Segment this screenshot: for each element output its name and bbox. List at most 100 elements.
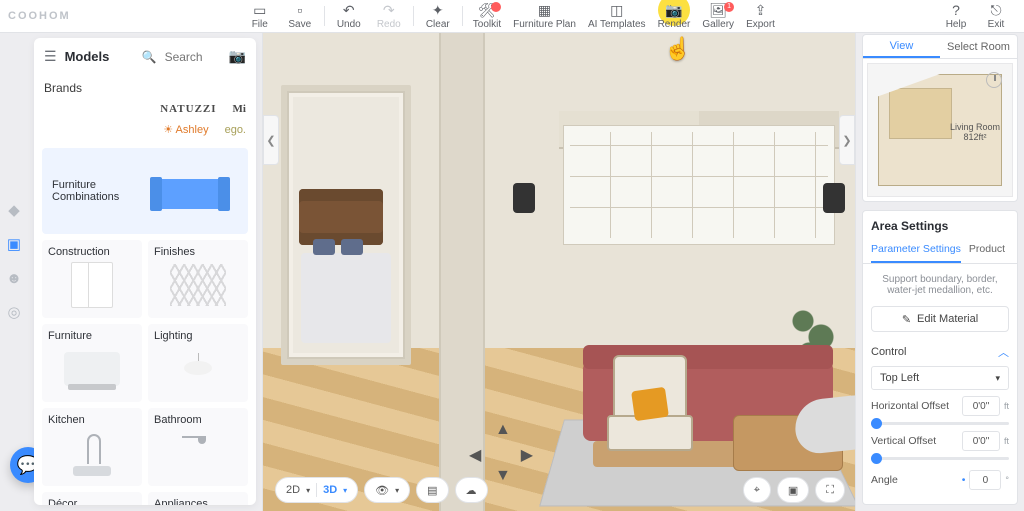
ai-templates-button[interactable]: ◫AI Templates [582,0,652,33]
nav-up-icon[interactable]: ▲ [495,421,511,439]
minimap-panel: View Select Room Living Room 812ft² [862,34,1018,202]
snapshot-button[interactable]: ▣ [777,477,809,503]
pencil-icon: ✎ [902,313,911,326]
export-icon: ⇪ [755,3,767,17]
h-offset-label: Horizontal Offset [871,400,949,412]
layers-button[interactable]: ▤ [416,477,448,503]
rail-floorplan-icon[interactable]: ◆ [4,200,24,220]
exit-button[interactable]: ⎋Exit [976,0,1016,33]
fullscreen-icon: ⛶ [826,484,834,497]
card-construction[interactable]: Construction [42,240,142,318]
fullscreen-button[interactable]: ⛶ [815,477,845,503]
tab-view[interactable]: View [863,35,940,58]
shower-thumb-icon [178,430,218,476]
save-icon: ▫ [297,3,302,17]
alignment-select[interactable]: Top Left▾ [871,366,1009,390]
couch-thumb-icon [64,352,120,386]
brand-ego[interactable]: ego. [225,124,246,136]
door-thumb-icon [71,262,113,308]
tab-select-room[interactable]: Select Room [940,35,1017,58]
ai-templates-icon: ◫ [610,3,623,17]
collapse-icon[interactable]: ︿ [998,344,1009,360]
rail-customize-icon[interactable]: ◎ [4,302,24,322]
undo-icon: ↶ [343,3,355,17]
gallery-button[interactable]: 🖼1Gallery [696,0,740,33]
viewport-right-tools: ⌖ ▣ ⛶ [743,477,845,503]
card-lighting[interactable]: Lighting [148,324,248,402]
angle-label: Angle [871,474,898,486]
app-logo: COOHOM [8,10,71,22]
redo-button[interactable]: ↷Redo [369,0,409,33]
control-label: Control [871,346,906,358]
visibility-button[interactable]: 👁▾ [364,477,410,503]
tab-product[interactable]: Product [969,243,1005,263]
v-offset-label: Vertical Offset [871,435,936,447]
brand-natuzzi[interactable]: NATUZZI [160,103,216,115]
card-decor[interactable]: Décor [42,492,142,505]
viewport-3d[interactable]: ❮ ❯ Wall Editor❯ ✎ ⟳ ⇄ ⧉ ☆ ◇ ▲ ▼ ◀ ▶ 2D▾… [262,33,856,511]
card-appliances[interactable]: Appliances [148,492,248,505]
save-button[interactable]: ▫Save [280,0,320,33]
top-toolbar: COOHOM ▭File ▫Save ↶Undo ↷Redo ✦Clear 🛠T… [0,0,1024,33]
eye-icon: 👁 [375,484,389,497]
search-icon[interactable]: 🔍 [142,50,157,64]
clear-icon: ✦ [432,3,444,17]
furniture-plan-button[interactable]: ▦Furniture Plan [507,0,582,33]
notification-dot-icon [491,2,501,12]
cloud-button[interactable]: ☁ [455,477,488,503]
focus-icon: ⌖ [754,484,760,497]
menu-icon[interactable]: ☰ [44,48,57,65]
room-label: Living Room 812ft² [950,122,1000,142]
models-panel: ☰ Models 🔍 📷 Brands NATUZZI Mi ☀ Ashley … [34,38,256,505]
view-mode-switch[interactable]: 2D▾ 3D▾ [275,477,358,503]
h-offset-value[interactable]: 0'0" [962,396,1000,416]
faucet-thumb-icon [69,430,115,476]
settings-hint: Support boundary, border, water-jet meda… [871,274,1009,296]
v-offset-slider[interactable] [871,457,1009,460]
h-offset-slider[interactable] [871,422,1009,425]
nav-down-icon[interactable]: ▼ [495,467,511,485]
mode-3d[interactable]: 3D [323,484,337,496]
v-offset-value[interactable]: 0'0" [962,431,1000,451]
angle-value[interactable]: 0 [969,470,1001,490]
viewport-right-arrow[interactable]: ❯ [839,115,855,165]
viewport-left-arrow[interactable]: ❮ [263,115,279,165]
rail-user-icon[interactable]: ☻ [4,268,24,288]
toolkit-button[interactable]: 🛠Toolkit [467,0,507,33]
nav-right-icon[interactable]: ▶ [521,445,533,465]
nav-arrows: ▲ ▼ ◀ ▶ [473,425,529,481]
rail-models-icon[interactable]: ▣ [4,234,24,254]
redo-icon: ↷ [383,3,395,17]
category-grid: Furniture Combinations Construction Fini… [34,142,256,505]
snapshot-icon: ▣ [788,484,798,497]
tab-parameter-settings[interactable]: Parameter Settings [871,243,961,263]
camera-icon: 📷 [665,3,682,17]
room-render [263,33,855,511]
export-button[interactable]: ⇪Export [740,0,781,33]
card-bathroom[interactable]: Bathroom [148,408,248,486]
search-input[interactable] [163,49,223,65]
nav-left-icon[interactable]: ◀ [469,445,481,465]
file-button[interactable]: ▭File [240,0,280,33]
card-finishes[interactable]: Finishes [148,240,248,318]
brand-ashley[interactable]: ☀ Ashley [163,123,208,136]
angle-reset-icon[interactable]: • [962,474,966,486]
render-button[interactable]: 📷Render [652,0,697,33]
floor-plan[interactable]: Living Room 812ft² [867,63,1013,197]
exit-icon: ⎋ [990,3,1001,17]
pointer-hand-icon: ☝️ [664,36,691,62]
mode-2d[interactable]: 2D [286,484,300,496]
card-kitchen[interactable]: Kitchen [42,408,142,486]
brand-minotti[interactable]: Mi [233,103,246,115]
help-button[interactable]: ?Help [936,0,976,33]
focus-button[interactable]: ⌖ [743,477,771,503]
settings-title: Area Settings [871,219,1009,233]
card-furniture-combinations[interactable]: Furniture Combinations [42,148,248,234]
view-mode-toolbar: 2D▾ 3D▾ 👁▾ ▤ ☁ [275,477,488,503]
clear-button[interactable]: ✦Clear [418,0,458,33]
camera-search-icon[interactable]: 📷 [229,48,246,65]
cloud-icon: ☁ [466,484,477,497]
edit-material-button[interactable]: ✎Edit Material [871,306,1009,332]
card-furniture[interactable]: Furniture [42,324,142,402]
undo-button[interactable]: ↶Undo [329,0,369,33]
